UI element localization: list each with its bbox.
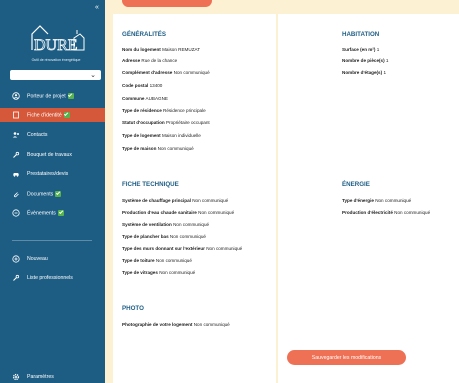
info-row: Type d'énergie Non communiqué bbox=[342, 198, 412, 203]
check-icon bbox=[57, 209, 64, 216]
info-row: Type de vitrages Non communiqué bbox=[122, 270, 196, 275]
info-row: Statut d'occupation Propriétaire occupan… bbox=[122, 120, 210, 125]
info-row: Système de chauffage principal Non commu… bbox=[122, 198, 229, 203]
info-row: Nombre d'étage(s) 1 bbox=[342, 70, 386, 75]
nav-label: Paramètres bbox=[27, 374, 54, 380]
nav-label: Prestataires/devis bbox=[27, 171, 69, 177]
nav-label: Évènements bbox=[27, 210, 56, 217]
nav-label: Liste professionnels bbox=[27, 275, 73, 281]
save-button[interactable]: Sauvegarder les modifications bbox=[287, 350, 406, 365]
info-row: Commune AUBAGNE bbox=[122, 96, 168, 101]
nav-bouquet-de-travaux[interactable]: Bouquet de travaux bbox=[0, 148, 105, 162]
nav-label: Documents bbox=[27, 191, 54, 198]
nav-label: Nouveau bbox=[27, 256, 48, 262]
nav-evenements[interactable]: Évènements bbox=[0, 206, 105, 220]
paperclip-icon bbox=[12, 190, 20, 198]
info-row: Nombre de pièce(s) 1 bbox=[342, 58, 389, 63]
check-icon bbox=[55, 190, 62, 197]
sidebar-divider bbox=[12, 240, 92, 241]
sidebar: « DURE Outil de rénovation énergétique ⌄… bbox=[0, 0, 105, 383]
check-icon bbox=[67, 92, 74, 99]
info-row: Code postal 13400 bbox=[122, 83, 163, 88]
info-row: Complément d'adresse Non communiqué bbox=[122, 70, 210, 75]
svg-text:DURE: DURE bbox=[34, 37, 78, 54]
nav-contacts[interactable]: Contacts bbox=[0, 128, 105, 142]
nav-documents[interactable]: Documents bbox=[0, 187, 105, 201]
top-action-button[interactable] bbox=[122, 0, 212, 7]
logo-tagline: Outil de rénovation énergétique bbox=[31, 58, 81, 62]
section-title-energie: ÉNERGIE bbox=[342, 181, 370, 188]
info-row: Production d'électricité Non communiqué bbox=[342, 210, 431, 215]
contacts-icon bbox=[12, 131, 20, 139]
nav-parametres[interactable]: Paramètres bbox=[0, 370, 105, 383]
info-row: Adresse Rue de la chance bbox=[122, 58, 178, 63]
nav-label: Contacts bbox=[27, 132, 48, 138]
section-title-photo: PHOTO bbox=[122, 305, 144, 312]
project-select[interactable]: ⌄ bbox=[10, 70, 101, 80]
chevron-down-icon: ⌄ bbox=[90, 72, 96, 79]
nav-label: Bouquet de travaux bbox=[27, 152, 72, 158]
nav-label: Fiche d'identité bbox=[27, 112, 62, 119]
gear-icon bbox=[12, 373, 20, 381]
wrench-icon bbox=[12, 151, 20, 159]
nav-nouveau[interactable]: Nouveau bbox=[0, 252, 105, 266]
plus-circle-icon bbox=[12, 255, 20, 263]
info-row: Type de logement Maison individuelle bbox=[122, 133, 201, 138]
section-title-habitation: HABITATION bbox=[342, 31, 380, 38]
info-row: Nom du logement Maison REMUZAT bbox=[122, 47, 201, 52]
section-title-fiche-technique: FICHE TECHNIQUE bbox=[122, 181, 179, 188]
info-row: Type des murs donnant sur l'extérieur No… bbox=[122, 246, 243, 251]
nav-prestataires-devis[interactable]: Prestataires/devis bbox=[0, 167, 105, 181]
dure-logo: DURE bbox=[31, 25, 85, 54]
info-row: Type de toiture Non communiqué bbox=[122, 258, 192, 263]
document-icon bbox=[12, 111, 20, 119]
nav-label: Porteur de projet bbox=[27, 93, 66, 100]
info-row: Type de résidence Résidence principale bbox=[122, 108, 206, 113]
nav-liste-professionnels[interactable]: Liste professionnels bbox=[0, 271, 105, 285]
info-row: Photographie de votre logement Non commu… bbox=[122, 322, 230, 327]
user-circle-icon bbox=[12, 92, 20, 100]
section-title-generalites: GÉNÉRALITÉS bbox=[122, 31, 167, 38]
collapse-sidebar-icon[interactable]: « bbox=[95, 4, 99, 11]
info-row: Type de maison Non communiqué bbox=[122, 146, 194, 151]
calendar-icon bbox=[12, 209, 20, 217]
info-row: Type de plancher bas Non communiqué bbox=[122, 234, 206, 239]
nav-fiche-identite[interactable]: Fiche d'identité bbox=[0, 108, 105, 122]
info-row: Système de ventilation Non communiqué bbox=[122, 222, 210, 227]
nav-porteur-de-projet[interactable]: Porteur de projet bbox=[0, 89, 105, 103]
wrench-icon bbox=[12, 274, 20, 282]
car-icon bbox=[12, 170, 20, 178]
info-row: Surface (en m²) 1 bbox=[342, 47, 380, 52]
check-icon bbox=[63, 111, 70, 118]
info-row: Production d'eau chaude sanitaire Non co… bbox=[122, 210, 235, 215]
